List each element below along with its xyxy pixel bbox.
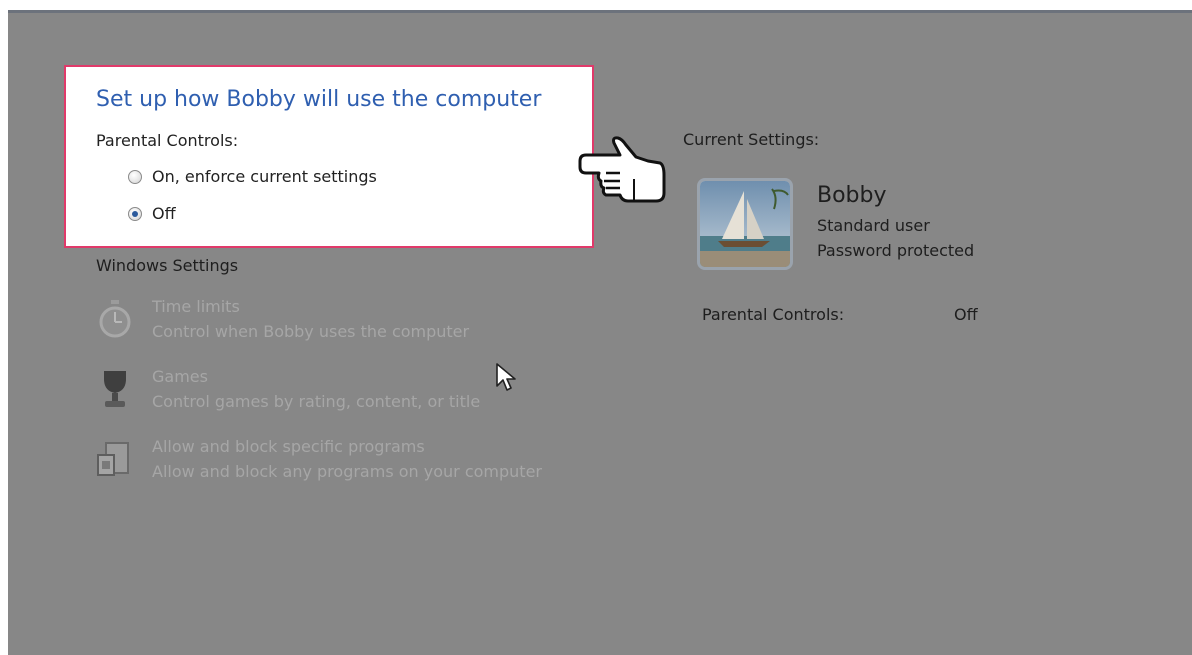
games-description: Control games by rating, content, or tit… — [152, 392, 481, 411]
radio-off-label: Off — [152, 204, 176, 223]
window-top-strip — [8, 10, 1192, 13]
parental-controls-label: Parental Controls: — [96, 131, 239, 150]
programs-title: Allow and block specific programs — [152, 437, 425, 456]
radio-option-on[interactable]: On, enforce current settings — [128, 167, 377, 186]
programs-description: Allow and block any programs on your com… — [152, 462, 542, 481]
windows-settings-heading: Windows Settings — [96, 256, 239, 275]
current-settings-heading: Current Settings: — [683, 130, 820, 149]
radio-option-off[interactable]: Off — [128, 204, 176, 223]
user-avatar — [697, 178, 793, 270]
stopwatch-icon — [99, 300, 131, 338]
radio-off-button[interactable] — [128, 206, 142, 221]
trophy-icon — [104, 371, 126, 407]
games-title: Games — [152, 367, 208, 386]
radio-on-label: On, enforce current settings — [152, 167, 377, 186]
time-limits-title: Time limits — [152, 297, 240, 316]
mouse-cursor-icon — [496, 363, 516, 391]
time-limits-description: Control when Bobby uses the computer — [152, 322, 470, 341]
pointing-hand-icon — [578, 136, 666, 203]
parental-controls-highlight-box: Set up how Bobby will use the computer P… — [64, 65, 594, 248]
user-name: Bobby — [817, 183, 887, 208]
programs-icon — [97, 442, 129, 476]
password-status: Password protected — [817, 241, 975, 260]
sailboat-picture-icon — [700, 181, 790, 267]
account-type: Standard user — [817, 216, 930, 235]
left-white-edge — [0, 12, 8, 655]
current-parental-controls-value: Off — [954, 305, 978, 324]
setup-title: Set up how Bobby will use the computer — [96, 87, 542, 112]
current-parental-controls-label: Parental Controls: — [702, 305, 845, 324]
radio-on-button[interactable] — [128, 169, 142, 184]
